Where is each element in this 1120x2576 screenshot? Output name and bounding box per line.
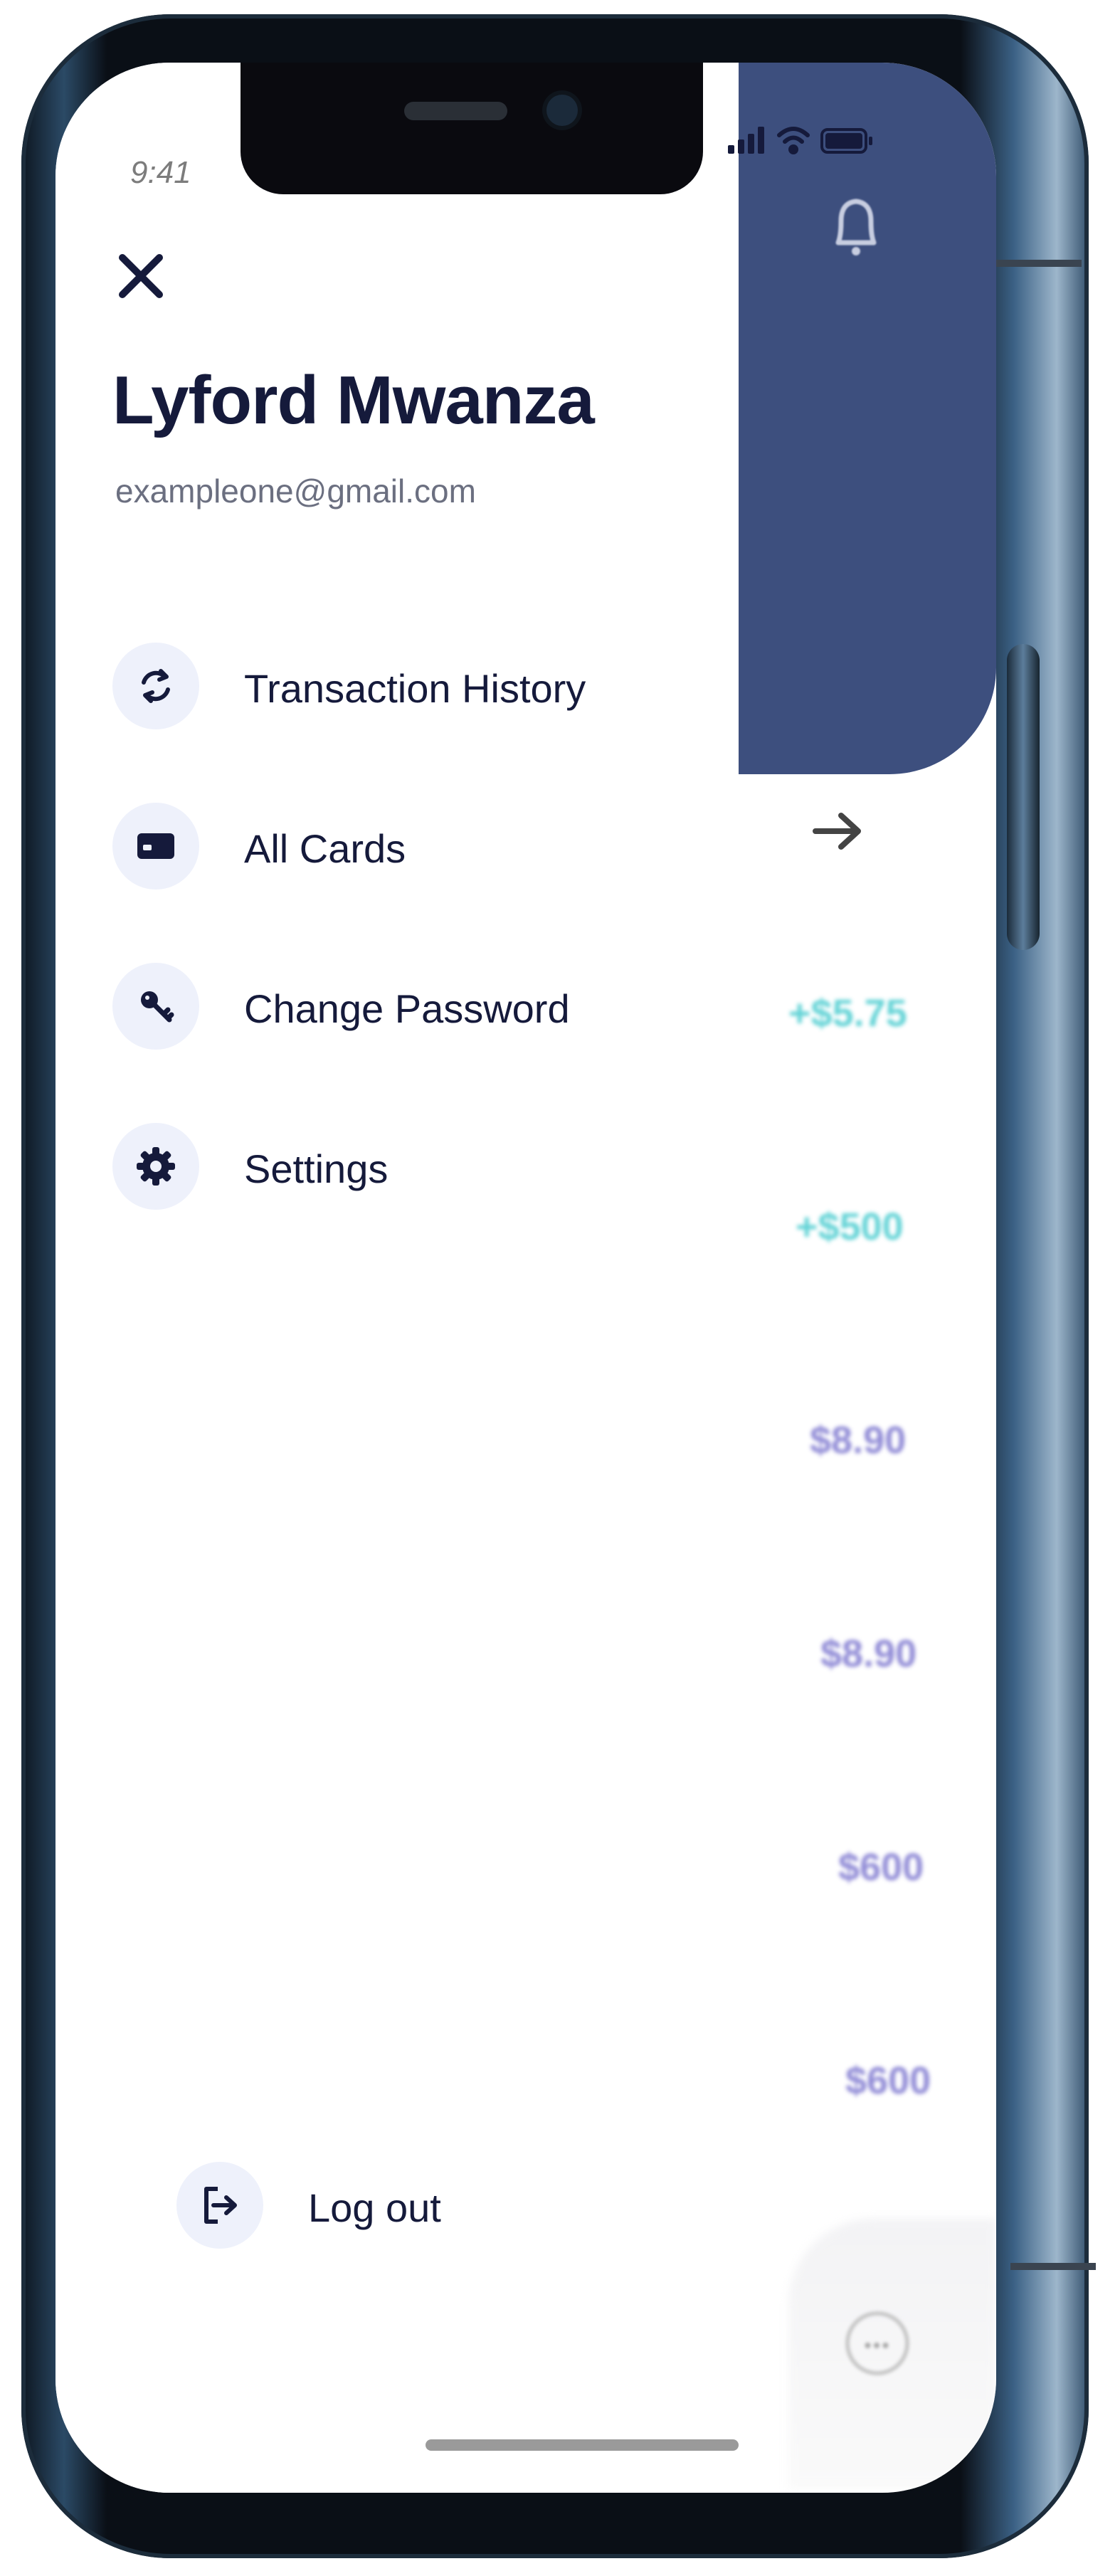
phone-notch <box>241 63 703 194</box>
frame-band-top <box>996 260 1082 267</box>
menu-label: Transaction History <box>244 666 586 711</box>
speaker-grille <box>404 102 507 120</box>
amount-label: +$500 <box>796 1205 904 1248</box>
side-button <box>1007 644 1040 950</box>
bell-icon[interactable] <box>831 194 881 258</box>
close-icon[interactable] <box>112 248 169 305</box>
menu-item-settings[interactable]: Settings <box>112 1123 696 1215</box>
side-drawer: 9:41 Lyford Mwanza exampleone@gmail.com … <box>56 63 739 2493</box>
more-dots-icon[interactable]: ••• <box>845 2311 909 2375</box>
amount-label: +$5.75 <box>788 992 907 1035</box>
menu-item-all-cards[interactable]: All Cards <box>112 803 696 895</box>
menu-item-transaction-history[interactable]: Transaction History <box>112 643 696 735</box>
card-icon <box>112 803 199 890</box>
logout-button[interactable]: Log out <box>176 2162 760 2254</box>
refresh-icon <box>112 643 199 729</box>
frame-band-bottom <box>1010 2263 1096 2270</box>
menu-label: Settings <box>244 1146 389 1191</box>
user-name: Lyford Mwanza <box>112 362 595 438</box>
signal-icon <box>728 127 764 154</box>
user-email: exampleone@gmail.com <box>115 473 476 510</box>
menu-label: Change Password <box>244 986 570 1031</box>
battery-icon <box>820 128 872 154</box>
menu-label: All Cards <box>244 826 406 871</box>
status-icons <box>728 127 872 154</box>
home-indicator <box>426 2439 739 2451</box>
gear-icon <box>112 1123 199 1210</box>
status-time: 9:41 <box>130 155 191 190</box>
amount-label: $8.90 <box>820 1632 917 1675</box>
front-camera <box>546 95 578 126</box>
menu-item-change-password[interactable]: Change Password <box>112 963 696 1055</box>
wifi-icon <box>777 127 810 154</box>
key-icon <box>112 963 199 1050</box>
phone-screen: +$5.75 +$500 $8.90 $8.90 $600 $600 ••• 9… <box>56 63 996 2493</box>
amount-label: $600 <box>838 1846 924 1889</box>
amount-label: $8.90 <box>810 1419 907 1462</box>
arrow-right-icon[interactable] <box>810 810 867 852</box>
logout-label: Log out <box>308 2185 441 2230</box>
logout-icon <box>176 2162 263 2249</box>
amount-label: $600 <box>845 2059 931 2102</box>
